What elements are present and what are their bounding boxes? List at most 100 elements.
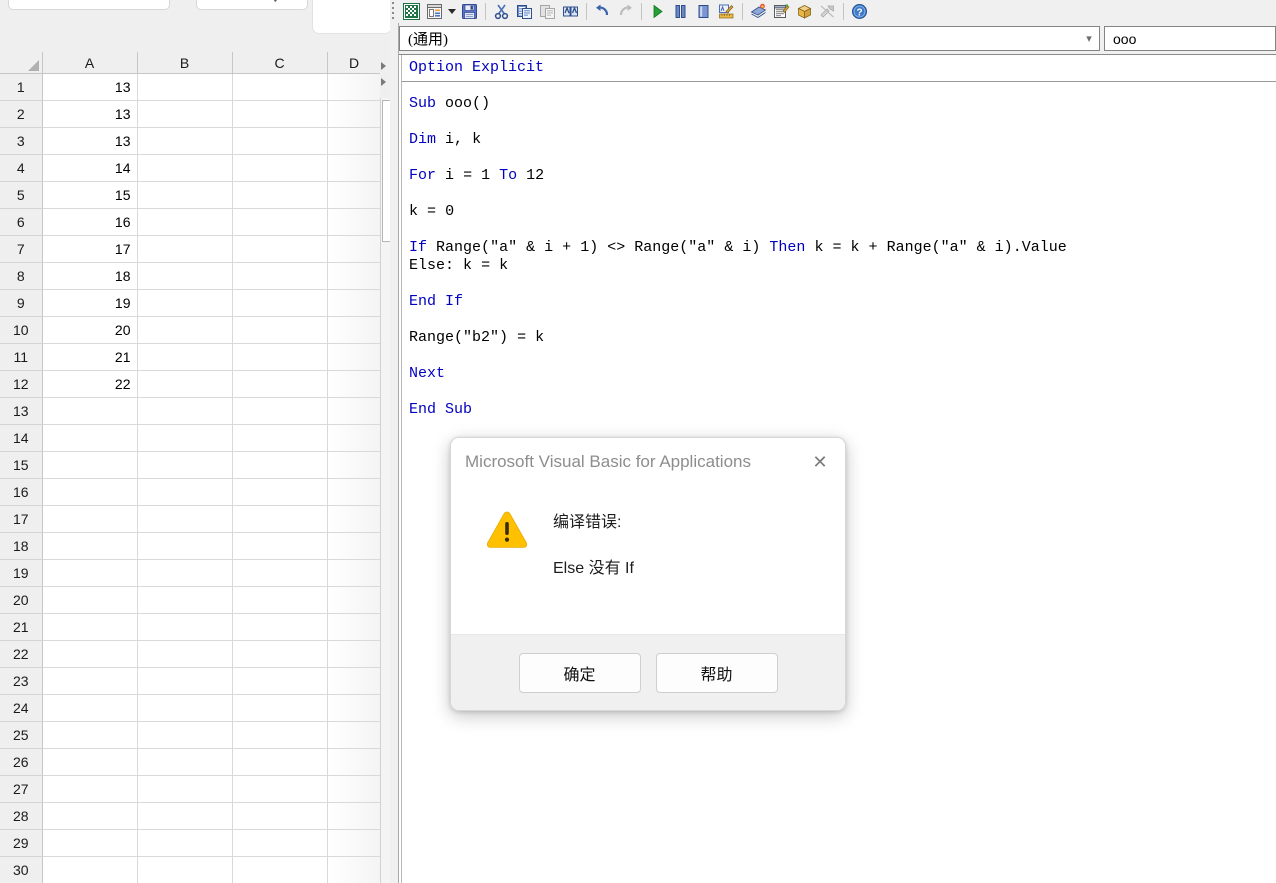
grid-cell-a21[interactable] [42, 613, 138, 641]
project-explorer-icon[interactable] [747, 1, 770, 23]
grid-cell-b5[interactable] [137, 181, 233, 209]
grid-cell-c28[interactable] [232, 802, 328, 830]
grid-cell-c26[interactable] [232, 748, 328, 776]
grid-cell-b26[interactable] [137, 748, 233, 776]
grid-cell-b18[interactable] [137, 532, 233, 560]
grid-cell-c11[interactable] [232, 343, 328, 371]
grid-cell-b19[interactable] [137, 559, 233, 587]
row-header[interactable]: 22 [0, 640, 43, 668]
help-icon[interactable]: ? [848, 1, 871, 23]
grid-cell-d7[interactable] [327, 235, 381, 263]
grid-cell-d1[interactable] [327, 73, 381, 101]
grid-cell-d19[interactable] [327, 559, 381, 587]
grid-cell-b7[interactable] [137, 235, 233, 263]
row-header[interactable]: 28 [0, 802, 43, 830]
grid-cell-b28[interactable] [137, 802, 233, 830]
grid-cell-c25[interactable] [232, 721, 328, 749]
reset-icon[interactable] [692, 1, 715, 23]
grid-cell-b27[interactable] [137, 775, 233, 803]
grid-cell-c12[interactable] [232, 370, 328, 398]
row-header[interactable]: 12 [0, 370, 43, 398]
procedure-combo[interactable]: ooo [1104, 26, 1276, 51]
grid-cell-d30[interactable] [327, 856, 381, 883]
row-header[interactable]: 27 [0, 775, 43, 803]
grid-cell-a4[interactable]: 14 [42, 154, 138, 182]
grid-cell-a3[interactable]: 13 [42, 127, 138, 155]
grid-cell-d18[interactable] [327, 532, 381, 560]
grid-cell-c23[interactable] [232, 667, 328, 695]
save-icon[interactable] [458, 1, 481, 23]
grid-cell-d21[interactable] [327, 613, 381, 641]
grid-cell-c1[interactable] [232, 73, 328, 101]
row-header[interactable]: 3 [0, 127, 43, 155]
design-mode-icon[interactable] [715, 1, 738, 23]
grid-cell-c19[interactable] [232, 559, 328, 587]
row-header[interactable]: 2 [0, 100, 43, 128]
grid-cell-c29[interactable] [232, 829, 328, 857]
row-header[interactable]: 25 [0, 721, 43, 749]
object-combo[interactable]: (通用) ▾ [399, 26, 1100, 51]
grid-cell-a22[interactable] [42, 640, 138, 668]
grid-cell-b4[interactable] [137, 154, 233, 182]
grid-cell-a28[interactable] [42, 802, 138, 830]
grid-cell-b15[interactable] [137, 451, 233, 479]
grid-cell-a25[interactable] [42, 721, 138, 749]
grid-cell-a13[interactable] [42, 397, 138, 425]
grid-cell-a19[interactable] [42, 559, 138, 587]
cut-icon[interactable] [490, 1, 513, 23]
grid-cell-a1[interactable]: 13 [42, 73, 138, 101]
redo-icon[interactable] [614, 1, 637, 23]
grid-cell-d9[interactable] [327, 289, 381, 317]
grid-cell-c15[interactable] [232, 451, 328, 479]
grid-cell-b1[interactable] [137, 73, 233, 101]
scroll-right-arrow-icon[interactable] [381, 62, 386, 70]
grid-cell-a26[interactable] [42, 748, 138, 776]
formula-bar[interactable] [196, 0, 308, 10]
grid-cell-d12[interactable] [327, 370, 381, 398]
grid-cell-d5[interactable] [327, 181, 381, 209]
grid-cell-c7[interactable] [232, 235, 328, 263]
grid-cell-d4[interactable] [327, 154, 381, 182]
excel-scroll-arrows[interactable] [380, 52, 390, 98]
grid-cell-c13[interactable] [232, 397, 328, 425]
grid-cell-a27[interactable] [42, 775, 138, 803]
row-header[interactable]: 6 [0, 208, 43, 236]
grid-cell-a7[interactable]: 17 [42, 235, 138, 263]
grid-cell-d14[interactable] [327, 424, 381, 452]
grid-cell-d17[interactable] [327, 505, 381, 533]
grid-cell-a9[interactable]: 19 [42, 289, 138, 317]
check-icon[interactable]: ✓ [272, 0, 286, 6]
grid-cell-a20[interactable] [42, 586, 138, 614]
grid-cell-a16[interactable] [42, 478, 138, 506]
grid-cell-d26[interactable] [327, 748, 381, 776]
grid-cell-a10[interactable]: 20 [42, 316, 138, 344]
row-header[interactable]: 7 [0, 235, 43, 263]
insert-dropdown-caret[interactable] [446, 1, 458, 23]
ok-button[interactable]: 确定 [518, 653, 641, 693]
grid-cell-c2[interactable] [232, 100, 328, 128]
select-all-corner[interactable] [0, 52, 43, 74]
grid-cell-a18[interactable] [42, 532, 138, 560]
grid-cell-b12[interactable] [137, 370, 233, 398]
grid-cell-c3[interactable] [232, 127, 328, 155]
grid-cell-c27[interactable] [232, 775, 328, 803]
grid-cell-b8[interactable] [137, 262, 233, 290]
row-header[interactable]: 21 [0, 613, 43, 641]
row-header[interactable]: 20 [0, 586, 43, 614]
grid-cell-b11[interactable] [137, 343, 233, 371]
code-text[interactable]: Option Explicit Sub ooo() Dim i, k For i… [409, 59, 1067, 419]
grid-cell-b22[interactable] [137, 640, 233, 668]
row-header[interactable]: 29 [0, 829, 43, 857]
grid-cell-d27[interactable] [327, 775, 381, 803]
row-header[interactable]: 14 [0, 424, 43, 452]
chevron-down-icon[interactable]: ▾ [1079, 32, 1099, 45]
grid-cell-c20[interactable] [232, 586, 328, 614]
grid-cell-c6[interactable] [232, 208, 328, 236]
grid-cell-a6[interactable]: 16 [42, 208, 138, 236]
column-header-d[interactable]: D [327, 52, 382, 74]
row-header[interactable]: 17 [0, 505, 43, 533]
grid-cell-b9[interactable] [137, 289, 233, 317]
row-header[interactable]: 1 [0, 73, 43, 101]
row-header[interactable]: 19 [0, 559, 43, 587]
dialog-title-bar[interactable]: Microsoft Visual Basic for Applications … [451, 438, 845, 486]
